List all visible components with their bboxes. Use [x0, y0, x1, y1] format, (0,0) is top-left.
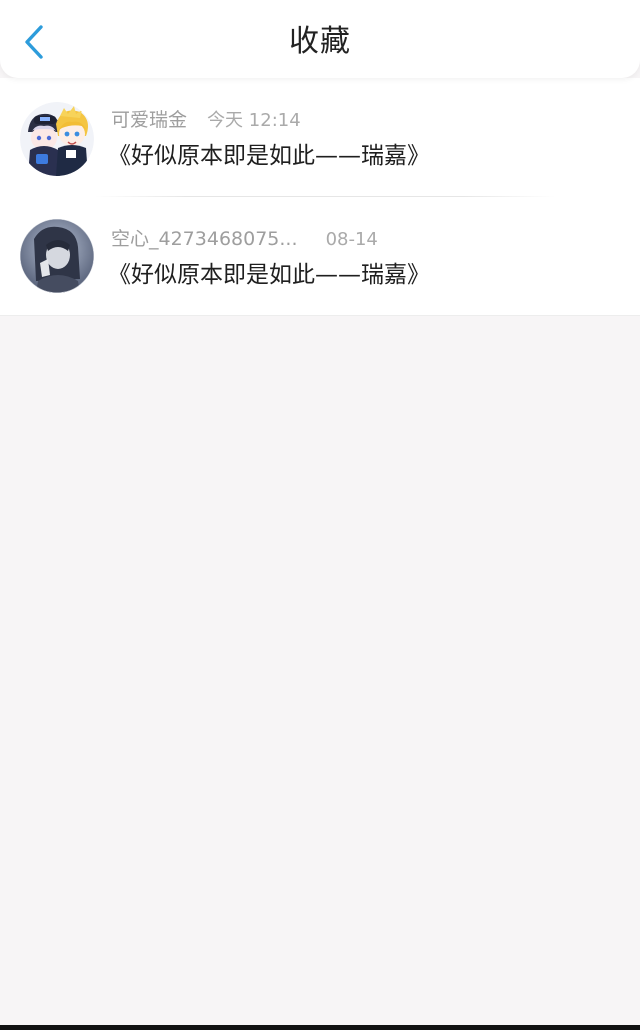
page-title: 收藏 — [289, 24, 351, 59]
favorite-meta: 空心_4273468075... 08-14 — [111, 227, 378, 252]
list-bottom-divider — [0, 315, 640, 316]
screen-bottom-edge — [0, 1025, 640, 1030]
favorite-content[interactable]: 《好似原本即是如此——瑞嘉》 — [108, 141, 430, 171]
favorite-item[interactable]: 可爱瑞金 今天 12:14 《好似原本即是如此——瑞嘉》 — [0, 78, 640, 197]
photo-avatar — [20, 219, 94, 293]
top-bar: 收藏 — [0, 0, 640, 78]
timestamp: 今天 12:14 — [207, 110, 301, 131]
anime-characters-avatar — [20, 102, 94, 176]
favorite-item[interactable]: 空心_4273468075... 08-14 《好似原本即是如此——瑞嘉》 — [0, 197, 640, 316]
favorites-list: 可爱瑞金 今天 12:14 《好似原本即是如此——瑞嘉》 空心_42734680… — [0, 78, 640, 316]
favorite-content[interactable]: 《好似原本即是如此——瑞嘉》 — [108, 260, 430, 290]
username[interactable]: 可爱瑞金 — [111, 109, 187, 131]
username[interactable]: 空心_4273468075... — [111, 228, 298, 250]
avatar[interactable] — [20, 219, 94, 293]
favorite-meta: 可爱瑞金 今天 12:14 — [111, 108, 301, 133]
timestamp: 08-14 — [325, 229, 378, 250]
avatar[interactable] — [20, 102, 94, 176]
